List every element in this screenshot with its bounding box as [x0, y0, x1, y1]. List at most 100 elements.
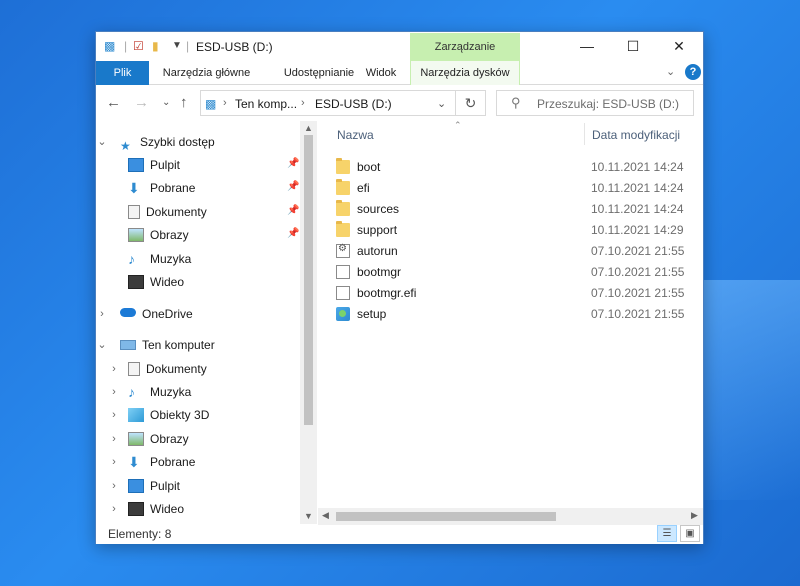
file-row[interactable]: bootmgr 07.10.2021 21:55 — [318, 262, 703, 283]
scroll-up-icon[interactable]: ▲ — [300, 123, 317, 133]
collapse-chevron-icon[interactable]: ⌄ — [96, 334, 108, 356]
expand-chevron-icon[interactable]: › — [108, 358, 120, 380]
address-dropdown-icon[interactable]: ⌄ — [437, 97, 446, 110]
nav-onedrive[interactable]: › OneDrive — [100, 303, 193, 325]
expand-chevron-icon[interactable]: › — [108, 381, 120, 403]
recent-locations-icon[interactable]: ⌄ — [162, 97, 170, 108]
address-box[interactable]: ▩ › Ten komp... › ESD-USB (D:) ⌄ — [200, 90, 456, 116]
expand-ribbon-icon[interactable]: ⌄ — [666, 65, 675, 78]
nav-item-documents[interactable]: › Dokumenty — [112, 358, 207, 380]
drive-icon: ▩ — [104, 39, 116, 53]
desktop-icon — [128, 478, 144, 493]
nav-item-downloads[interactable]: ⬇ Pobrane — [128, 177, 195, 199]
nav-item-3d-objects[interactable]: › Obiekty 3D — [112, 404, 210, 426]
download-icon: ⬇ — [128, 453, 140, 470]
nav-item-downloads[interactable]: › ⬇ Pobrane — [112, 451, 196, 473]
nav-label: Obrazy — [150, 432, 189, 446]
navigation-pane: ⌄ ★ Szybki dostęp Pulpit 📌 ⬇ Pobrane 📌 Dok… — [96, 121, 316, 524]
nav-label: Wideo — [150, 502, 185, 516]
drive-icon: ▩ — [205, 97, 217, 111]
nav-quick-access[interactable]: ⌄ ★ Szybki dostęp — [97, 131, 214, 153]
nav-item-desktop[interactable]: Pulpit — [128, 154, 180, 176]
expand-chevron-icon[interactable]: › — [108, 428, 120, 450]
nav-label: Obiekty 3D — [150, 408, 210, 422]
tab-drive-tools[interactable]: Narzędzia dysków — [410, 61, 520, 85]
file-row[interactable]: setup 07.10.2021 21:55 — [318, 304, 703, 325]
folder-icon — [336, 158, 350, 174]
expand-chevron-icon[interactable]: › — [108, 404, 120, 426]
maximize-button[interactable]: ☐ — [610, 32, 656, 61]
tab-home[interactable]: Narzędzia główne — [154, 61, 259, 85]
download-icon: ⬇ — [128, 179, 140, 196]
new-folder-icon[interactable]: ▮ — [152, 39, 159, 55]
file-date: 07.10.2021 21:55 — [591, 265, 685, 279]
nav-item-music[interactable]: ♪ Muzyka — [128, 248, 191, 270]
file-icon — [336, 265, 350, 279]
file-row[interactable]: bootmgr.efi 07.10.2021 21:55 — [318, 283, 703, 304]
large-icons-view-icon[interactable]: ▣ — [680, 525, 700, 542]
nav-label: Ten komputer — [142, 338, 215, 352]
expand-chevron-icon[interactable]: › — [108, 475, 120, 497]
breadcrumb-this-pc[interactable]: Ten komp... — [235, 97, 297, 111]
expand-chevron-icon[interactable]: › — [108, 498, 120, 520]
nav-label: Pobrane — [150, 181, 196, 195]
file-row[interactable]: autorun 07.10.2021 21:55 — [318, 241, 703, 262]
documents-icon — [128, 204, 140, 219]
scrollbar-thumb[interactable] — [304, 135, 313, 425]
help-icon[interactable]: ? — [685, 64, 701, 80]
details-view-icon[interactable]: ☰ — [657, 525, 677, 542]
title-bar: ▩ | ☑ ▮ ▼ | ESD-USB (D:) Zarządzanie — ☐… — [96, 32, 703, 61]
tab-file[interactable]: Plik — [96, 61, 149, 85]
nav-item-pictures[interactable]: Obrazy — [128, 224, 189, 246]
nav-item-videos[interactable]: › Wideo — [112, 498, 185, 520]
back-button[interactable]: ← — [106, 94, 121, 111]
expand-chevron-icon[interactable]: › — [108, 451, 120, 473]
nav-scrollbar[interactable]: ▲ ▼ — [300, 121, 317, 524]
ribbon-tabs: Plik Narzędzia główne Udostępnianie Wido… — [96, 61, 703, 85]
column-header-date[interactable]: Data modyfikacji — [592, 128, 680, 142]
customize-quick-access-icon[interactable]: ▼ — [172, 40, 182, 56]
settings-file-icon — [336, 243, 350, 258]
file-row[interactable]: efi 10.11.2021 14:24 — [318, 178, 703, 199]
breadcrumb-drive[interactable]: ESD-USB (D:) — [315, 97, 392, 111]
breadcrumb-separator-icon: › — [223, 97, 227, 109]
nav-label: OneDrive — [142, 307, 193, 321]
forward-button[interactable]: → — [134, 94, 149, 111]
column-divider[interactable] — [584, 123, 585, 145]
file-date: 07.10.2021 21:55 — [591, 286, 685, 300]
nav-item-music[interactable]: › ♪ Muzyka — [112, 381, 191, 403]
cloud-icon — [120, 308, 136, 318]
file-row[interactable]: sources 10.11.2021 14:24 — [318, 199, 703, 220]
file-name: boot — [357, 160, 381, 174]
search-input[interactable]: ⚲ Przeszukaj: ESD-USB (D:) — [496, 90, 694, 116]
nav-this-pc[interactable]: ⌄ Ten komputer — [97, 334, 215, 356]
star-icon: ★ — [120, 138, 131, 153]
scrollbar-thumb[interactable] — [336, 512, 556, 521]
column-header-name[interactable]: Nazwa — [337, 128, 374, 142]
up-button[interactable]: ↑ — [180, 94, 188, 111]
refresh-button[interactable]: ↻ — [456, 90, 486, 116]
tab-view[interactable]: Widok — [356, 61, 406, 85]
collapse-chevron-icon[interactable]: ⌄ — [96, 131, 108, 153]
sort-ascending-icon: ⌃ — [454, 120, 462, 130]
expand-chevron-icon[interactable]: › — [96, 303, 108, 325]
nav-item-documents[interactable]: Dokumenty — [128, 201, 207, 223]
minimize-button[interactable]: — — [564, 32, 610, 61]
nav-item-pictures[interactable]: › Obrazy — [112, 428, 189, 450]
file-row[interactable]: support 10.11.2021 14:29 — [318, 220, 703, 241]
properties-icon[interactable]: ☑ — [133, 39, 144, 55]
close-button[interactable]: ✕ — [656, 32, 702, 61]
file-list-scrollbar[interactable]: ◀ ▶ — [318, 508, 703, 525]
nav-label: Pobrane — [150, 455, 196, 469]
file-date: 10.11.2021 14:29 — [591, 223, 684, 237]
scroll-down-icon[interactable]: ▼ — [300, 511, 317, 521]
scroll-right-icon[interactable]: ▶ — [691, 510, 698, 521]
file-row[interactable]: boot 10.11.2021 14:24 — [318, 157, 703, 178]
nav-item-videos[interactable]: Wideo — [128, 271, 184, 293]
nav-item-desktop[interactable]: › Pulpit — [112, 475, 180, 497]
folder-icon — [336, 221, 350, 237]
scroll-left-icon[interactable]: ◀ — [322, 510, 329, 521]
music-note-icon: ♪ — [128, 383, 135, 400]
film-icon — [128, 274, 144, 289]
file-icon — [336, 286, 350, 300]
